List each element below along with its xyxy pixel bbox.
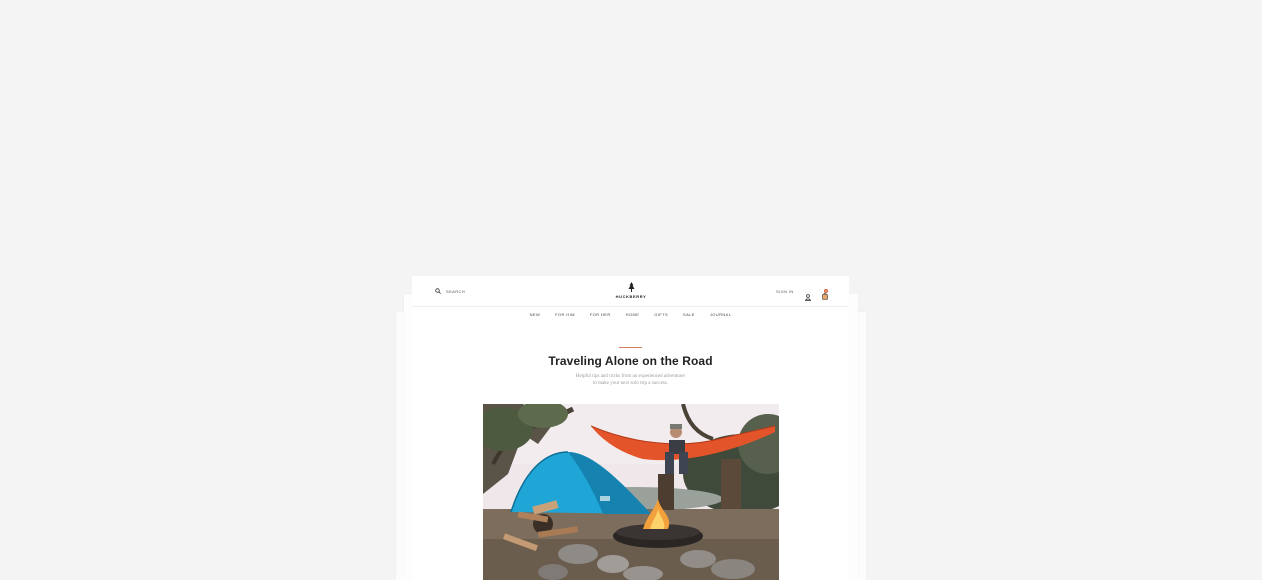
nav-item-for-her[interactable]: FOR HER <box>590 312 611 317</box>
huckberry-logo[interactable]: HUCKBERRY <box>613 282 649 299</box>
journal-page: SEARCH HUCKBERRY SIGN IN 0 NEW FOR HIM F… <box>412 276 849 580</box>
search-label: SEARCH <box>446 288 466 294</box>
tree-logo-icon <box>613 282 649 293</box>
nav-item-new[interactable]: NEW <box>530 312 541 317</box>
cart-icon[interactable]: 0 <box>822 287 828 305</box>
nav-item-home[interactable]: HOME <box>626 312 640 317</box>
search-button[interactable]: SEARCH <box>435 288 465 294</box>
nav-item-for-him[interactable]: FOR HIM <box>555 312 575 317</box>
main-nav: NEW FOR HIM FOR HER HOME GIFTS SALE JOUR… <box>412 312 849 317</box>
site-header: SEARCH HUCKBERRY SIGN IN 0 <box>412 276 849 307</box>
article-subtitle-line-1: Helpful tips and tricks from an experien… <box>575 374 686 379</box>
cart-count-badge: 0 <box>824 289 828 293</box>
article-subtitle-line-2: to make your next solo trip a success. <box>593 381 668 386</box>
sign-in-link[interactable]: SIGN IN <box>776 289 794 294</box>
hero-image-camping <box>483 404 779 580</box>
nav-item-sale[interactable]: SALE <box>683 312 695 317</box>
title-accent-rule <box>619 347 642 348</box>
nav-item-gifts[interactable]: GIFTS <box>654 312 668 317</box>
article-title: Traveling Alone on the Road <box>548 354 713 368</box>
article-subtitle: Helpful tips and tricks from an experien… <box>412 373 849 387</box>
nav-item-journal[interactable]: JOURNAL <box>710 312 731 317</box>
user-icon[interactable] <box>805 288 811 306</box>
logo-wordmark: HUCKBERRY <box>615 294 647 299</box>
search-icon <box>435 288 441 294</box>
